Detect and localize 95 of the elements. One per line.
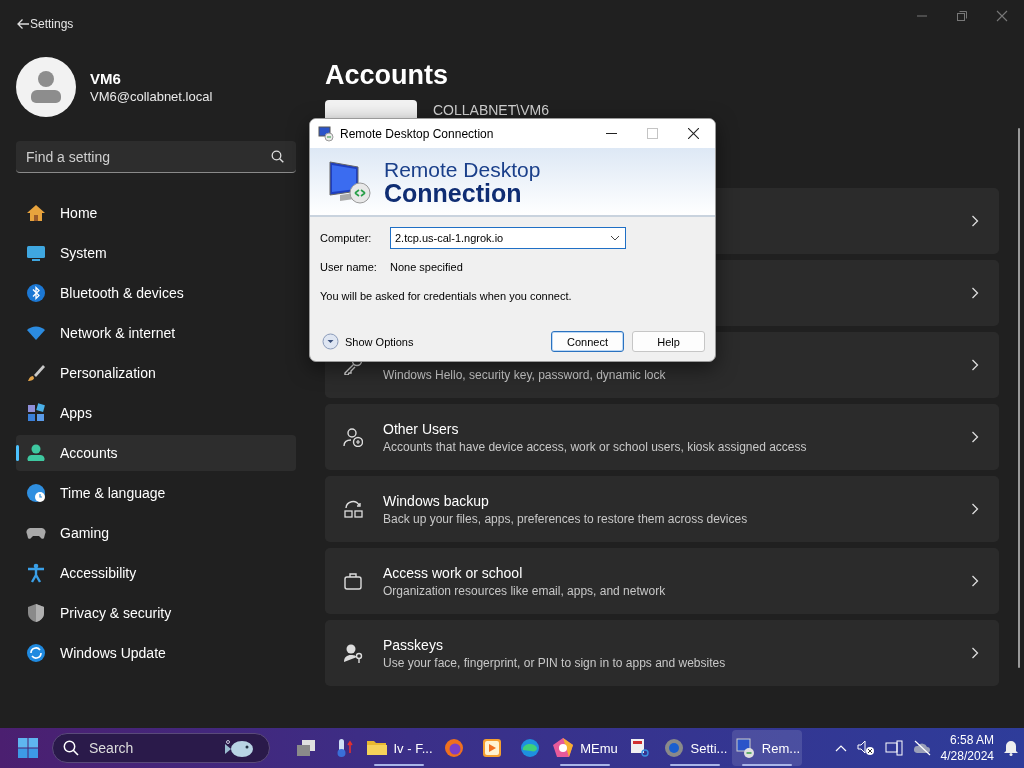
settings-card[interactable]: Windows backup Back up your files, apps, preferences to restore them across devices bbox=[325, 476, 999, 542]
browser-globe-icon bbox=[443, 737, 465, 759]
taskbar-app[interactable]: MEmu bbox=[550, 730, 620, 766]
chevron-icon bbox=[971, 359, 979, 371]
gear-icon bbox=[662, 737, 685, 759]
chevron-down-icon bbox=[610, 235, 620, 241]
field-value: None specified bbox=[390, 261, 463, 273]
window-title: Settings bbox=[30, 17, 74, 31]
backup-icon bbox=[343, 499, 363, 519]
taskbar-app[interactable]: Rem... bbox=[732, 730, 802, 766]
chevron-icon bbox=[971, 647, 979, 659]
scrollbar[interactable] bbox=[1018, 128, 1020, 668]
nav-item[interactable]: Network & internet bbox=[16, 315, 296, 351]
briefcase-icon bbox=[343, 571, 363, 591]
monitor-icon bbox=[26, 243, 46, 263]
card-title: Windows backup bbox=[383, 492, 490, 509]
search-icon bbox=[63, 740, 79, 756]
banner-title: Connection bbox=[384, 180, 522, 205]
nav-item[interactable]: Privacy & security bbox=[16, 595, 296, 631]
back-icon[interactable] bbox=[16, 18, 30, 30]
network-icon[interactable] bbox=[884, 740, 903, 756]
card-description: Organization resources like email, apps, and network bbox=[383, 583, 667, 598]
settings-card[interactable]: Passkeys Use your face, fingerprint, or PIN to sign in to apps and websites bbox=[325, 620, 999, 686]
card-description: Accounts that have device access, work or school users, kiosk assigned access bbox=[383, 439, 808, 454]
monitor-icon bbox=[326, 158, 372, 205]
person-icon bbox=[26, 443, 46, 463]
nav-item[interactable]: System bbox=[16, 235, 296, 271]
speaker-muted-icon[interactable] bbox=[856, 740, 875, 756]
taskbar-app[interactable]: Setti... bbox=[660, 730, 730, 766]
task-view-icon bbox=[295, 737, 317, 759]
card-description: Back up your files, apps, preferences to restore them across devices bbox=[383, 511, 749, 526]
pentagon-icon bbox=[552, 737, 575, 759]
brush-icon bbox=[26, 363, 46, 383]
maximize-icon[interactable] bbox=[956, 10, 968, 22]
dialog-button[interactable]: Connect bbox=[551, 331, 624, 352]
field-label: Computer: bbox=[320, 232, 373, 244]
chevron-icon bbox=[971, 215, 979, 227]
taskbar-search-field[interactable]: Search bbox=[52, 733, 270, 763]
show-options-toggle[interactable]: Show Options bbox=[322, 333, 414, 350]
info-text: You will be asked for credentials when you connect. bbox=[320, 290, 573, 302]
fish-icon bbox=[222, 738, 256, 758]
account-name: COLLABNET\VM6 bbox=[433, 102, 549, 118]
nav-item[interactable]: Windows Update bbox=[16, 635, 296, 671]
accessibility-icon bbox=[26, 563, 46, 583]
banner-title: Remote Desktop bbox=[384, 158, 541, 181]
bell-icon[interactable] bbox=[1004, 740, 1018, 756]
settings-card[interactable]: Access work or school Organization resources like email, apps, and network bbox=[325, 548, 999, 614]
home-icon bbox=[26, 203, 46, 223]
taskbar-app[interactable]: Iv - F... bbox=[364, 730, 434, 766]
monitor-icon bbox=[318, 125, 334, 142]
nav-item[interactable]: Accounts bbox=[16, 435, 296, 471]
nav-item[interactable]: Gaming bbox=[16, 515, 296, 551]
page-title: Accounts bbox=[325, 60, 450, 92]
search-icon bbox=[271, 150, 284, 163]
card-title: Access work or school bbox=[383, 564, 524, 581]
shield-icon bbox=[26, 603, 46, 623]
settings-card[interactable]: Other Users Accounts that have device access, work or school users, kiosk assigned access bbox=[325, 404, 999, 470]
card-title: Passkeys bbox=[383, 636, 444, 653]
user-email: VM6@collabnet.local bbox=[90, 89, 213, 104]
chevron-icon bbox=[971, 503, 979, 515]
card-description: Use your face, fingerprint, or PIN to sign in to apps and websites bbox=[383, 655, 727, 670]
card-description: Windows Hello, security key, password, dynamic lock bbox=[383, 367, 667, 382]
clock-time[interactable]: 6:58 AM bbox=[949, 732, 994, 748]
person-add-icon bbox=[343, 427, 363, 447]
nav-item[interactable]: Apps bbox=[16, 395, 296, 431]
nav-item[interactable]: Bluetooth & devices bbox=[16, 275, 296, 311]
settings-search-field[interactable]: Find a setting bbox=[16, 141, 296, 173]
computer-combobox[interactable]: 2.tcp.us-cal-1.ngrok.io bbox=[390, 227, 626, 249]
monitor-icon bbox=[733, 737, 756, 759]
chevron-icon bbox=[971, 287, 979, 299]
update-icon bbox=[26, 643, 46, 663]
cloud-off-icon[interactable] bbox=[912, 740, 931, 756]
person-key-icon bbox=[343, 643, 363, 663]
clock-date[interactable]: 4/28/2024 bbox=[940, 748, 994, 764]
person-icon bbox=[29, 70, 63, 104]
play-icon bbox=[481, 737, 503, 759]
user-name: VM6 bbox=[90, 70, 122, 87]
apps-icon bbox=[26, 403, 46, 423]
windows-logo-icon[interactable] bbox=[18, 738, 38, 758]
nav-item[interactable]: Personalization bbox=[16, 355, 296, 391]
chevron-up-icon[interactable] bbox=[834, 744, 847, 752]
field-label: User name: bbox=[320, 261, 378, 273]
chevron-icon bbox=[971, 575, 979, 587]
dialog-title: Remote Desktop Connection bbox=[340, 126, 494, 141]
browser-wave-icon bbox=[519, 737, 541, 759]
globe-clock-icon bbox=[26, 483, 46, 503]
nav-item[interactable]: Home bbox=[16, 195, 296, 231]
card-title: Other Users bbox=[383, 420, 460, 437]
dialog-button[interactable]: Help bbox=[632, 331, 705, 352]
close-icon[interactable] bbox=[688, 128, 699, 139]
bluetooth-icon bbox=[26, 283, 46, 303]
nav-item[interactable]: Time & language bbox=[16, 475, 296, 511]
chevron-icon bbox=[971, 431, 979, 443]
nav-item[interactable]: Accessibility bbox=[16, 555, 296, 591]
expand-icon bbox=[322, 333, 339, 350]
